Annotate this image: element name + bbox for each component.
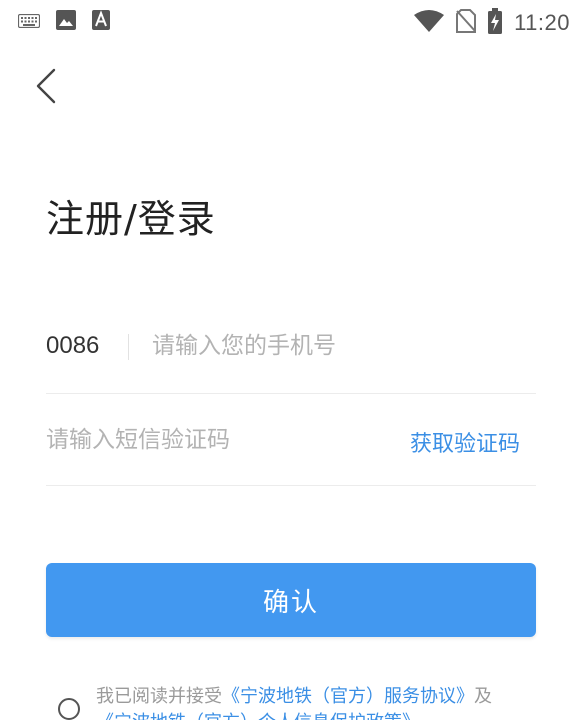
agreement-prefix: 我已阅读并接受 — [96, 686, 222, 707]
service-agreement-link[interactable]: 《宁波地铁（官方）服务协议》 — [222, 686, 474, 707]
agreement-and: 及 — [474, 686, 492, 707]
status-bar-left — [17, 10, 110, 34]
keyboard-icon — [17, 13, 41, 32]
divider — [128, 334, 129, 360]
back-button[interactable] — [26, 66, 66, 110]
country-code[interactable]: 0086 — [46, 332, 99, 360]
phone-row: 0086 — [46, 318, 536, 394]
page-title: 注册/登录 — [46, 197, 216, 241]
agreement-radio[interactable] — [58, 698, 80, 720]
code-row: 获取验证码 — [46, 410, 536, 486]
status-bar-right: 11:20 — [414, 8, 570, 38]
confirm-button[interactable]: 确认 — [46, 563, 536, 637]
image-icon — [56, 10, 76, 34]
phone-input[interactable] — [152, 326, 532, 366]
chevron-left-icon — [35, 68, 57, 108]
agreement-text: 我已阅读并接受《宁波地铁（官方）服务协议》及《宁波地铁（官方）个人信息保护政策》 — [96, 684, 566, 720]
status-bar: 11:20 — [0, 0, 582, 44]
status-time: 11:20 — [514, 10, 570, 35]
sms-code-input[interactable] — [46, 420, 386, 460]
get-code-button[interactable]: 获取验证码 — [410, 426, 520, 458]
privacy-policy-link[interactable]: 《宁波地铁（官方）个人信息保护政策》 — [96, 712, 420, 720]
a-app-icon — [92, 10, 110, 34]
no-sim-icon — [456, 9, 477, 37]
wifi-icon — [414, 10, 445, 36]
battery-charging-icon — [488, 8, 503, 38]
